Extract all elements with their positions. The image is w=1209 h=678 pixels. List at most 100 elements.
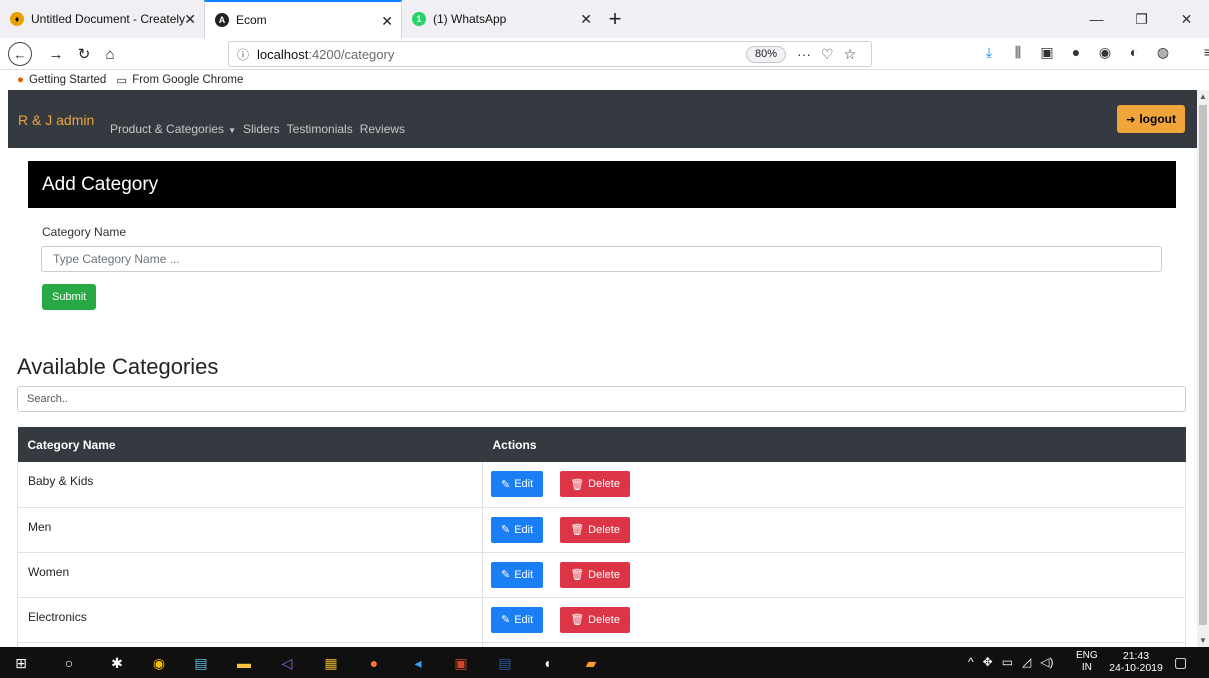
delete-button[interactable]: 🗑 Delete bbox=[560, 561, 630, 588]
close-window-icon[interactable]: ✕ bbox=[1164, 0, 1209, 38]
menu-item-testimonials[interactable]: Testimonials bbox=[287, 122, 353, 136]
file-explorer-icon[interactable]: ▬ bbox=[233, 652, 255, 674]
tab-title: Untitled Document - Creately bbox=[31, 12, 186, 26]
system-tray: ^ ✥ ▭ ◿ ◁) bbox=[968, 655, 1054, 669]
windows-start-icon[interactable]: ⊞ bbox=[10, 652, 32, 674]
close-icon[interactable]: ✕ bbox=[184, 11, 196, 28]
sidebar-icon[interactable]: ▣ bbox=[1038, 44, 1056, 61]
settings-icon[interactable]: ✱ bbox=[106, 652, 128, 674]
mongodb-compass-icon[interactable]: ◖ bbox=[536, 652, 558, 674]
visual-studio-icon[interactable]: ◁ bbox=[276, 652, 298, 674]
restore-icon[interactable]: ❐ bbox=[1119, 0, 1164, 38]
library-icon[interactable]: ⫼ bbox=[1009, 44, 1027, 61]
close-icon[interactable]: ✕ bbox=[381, 13, 393, 30]
add-category-header: Add Category bbox=[28, 161, 1176, 208]
page-actions-icon[interactable]: ··· bbox=[797, 46, 811, 63]
tab-title: (1) WhatsApp bbox=[433, 12, 507, 26]
info-icon[interactable]: ⓘ bbox=[237, 46, 249, 63]
firefox-icon: ● bbox=[17, 74, 24, 86]
category-name-input[interactable] bbox=[41, 246, 1162, 272]
search-input[interactable] bbox=[17, 386, 1186, 412]
delete-button[interactable]: 🗑 Delete bbox=[560, 606, 630, 633]
reload-button[interactable]: ↻ bbox=[72, 42, 96, 66]
folder-icon: ▭ bbox=[116, 75, 128, 87]
language-indicator[interactable]: ENG IN bbox=[1076, 650, 1098, 674]
admin-navbar: R & J admin Product & Categories ▼ Slider… bbox=[8, 90, 1197, 148]
scroll-down-icon[interactable]: ▼ bbox=[1197, 636, 1209, 645]
system-clock[interactable]: 21:43 24-10-2019 bbox=[1107, 650, 1165, 674]
menu-item-products-categories[interactable]: Product & Categories ▼ bbox=[110, 122, 236, 136]
download-icon[interactable]: ⤓ bbox=[980, 44, 998, 61]
menu-icon[interactable]: ≡ bbox=[1199, 44, 1209, 61]
delete-button[interactable]: 🗑 Delete bbox=[560, 516, 630, 543]
volume-icon[interactable]: ◁) bbox=[1040, 655, 1053, 669]
notifications-icon[interactable]: ▢ bbox=[1174, 654, 1187, 671]
tab-creately[interactable]: ♦ Untitled Document - Creately ✕ bbox=[0, 0, 204, 38]
bookmark-folder-google-chrome[interactable]: ▭ From Google Chrome bbox=[116, 73, 243, 87]
window-controls: — ❐ ✕ bbox=[1074, 0, 1209, 38]
category-name-cell: Men bbox=[17, 507, 483, 553]
language-code: ENG bbox=[1076, 650, 1098, 661]
pocket-icon[interactable]: ♡ bbox=[821, 46, 834, 63]
trash-icon: 🗑 bbox=[570, 524, 585, 536]
tab-title: Ecom bbox=[236, 13, 267, 27]
creately-icon: ♦ bbox=[10, 12, 24, 26]
brand-link[interactable]: R & J admin bbox=[18, 112, 94, 128]
column-header-category-name: Category Name bbox=[17, 427, 483, 462]
zoom-badge[interactable]: 80% bbox=[746, 46, 787, 63]
menu-item-reviews[interactable]: Reviews bbox=[360, 122, 405, 136]
wifi-icon[interactable]: ◿ bbox=[1022, 655, 1031, 669]
toolbar-icons: ⤓ ⫼ ▣ ● ◉ ◐ ◍ ≡ bbox=[980, 44, 1209, 61]
bookmark-star-icon[interactable]: ☆ bbox=[844, 46, 857, 63]
home-button[interactable]: ⌂ bbox=[98, 42, 122, 66]
minimize-icon[interactable]: — bbox=[1074, 0, 1119, 38]
powerpoint-icon[interactable]: ▣ bbox=[450, 652, 472, 674]
table-row: Men ✎ Edit 🗑 Delete bbox=[17, 507, 1186, 553]
dropbox-icon[interactable]: ✥ bbox=[983, 655, 993, 669]
vscode-icon[interactable]: ◂ bbox=[407, 652, 429, 674]
table-row: Women ✎ Edit 🗑 Delete bbox=[17, 552, 1186, 598]
bookmark-getting-started[interactable]: ● Getting Started bbox=[17, 74, 106, 86]
extension-icon[interactable]: ◉ bbox=[1096, 44, 1114, 61]
task-view-icon[interactable]: ▤ bbox=[190, 652, 212, 674]
tab-whatsapp[interactable]: 1 (1) WhatsApp ✕ bbox=[402, 0, 600, 38]
menu-item-label: Product & Categories bbox=[110, 122, 225, 136]
delete-label: Delete bbox=[588, 478, 620, 491]
vertical-scrollbar[interactable]: ▲ ▼ bbox=[1197, 90, 1209, 647]
close-icon[interactable]: ✕ bbox=[580, 11, 592, 28]
url-actions: ··· ♡ ☆ bbox=[797, 46, 856, 63]
url-path: :4200/category bbox=[308, 46, 395, 62]
edit-icon: ✎ bbox=[501, 478, 511, 491]
new-tab-button[interactable]: + bbox=[600, 0, 630, 38]
logout-button[interactable]: ➜ logout bbox=[1117, 105, 1185, 133]
forward-button[interactable]: → bbox=[44, 42, 68, 66]
abp-extension-icon[interactable]: ● bbox=[1067, 44, 1085, 61]
table-row: Electronics ✎ Edit 🗑 Delete bbox=[17, 597, 1186, 643]
edit-button[interactable]: ✎ Edit bbox=[491, 471, 544, 498]
dosbox-icon[interactable]: ▦ bbox=[320, 652, 342, 674]
back-button[interactable]: ← bbox=[8, 42, 32, 66]
sign-out-icon: ➜ bbox=[1126, 113, 1136, 126]
cortana-search-icon[interactable]: ○ bbox=[58, 652, 80, 674]
delete-button[interactable]: 🗑 Delete bbox=[560, 471, 630, 498]
scrollbar-thumb[interactable] bbox=[1199, 105, 1207, 625]
edit-button[interactable]: ✎ Edit bbox=[491, 516, 544, 543]
submit-button[interactable]: Submit bbox=[42, 284, 97, 310]
globe-extension-icon[interactable]: ◍ bbox=[1154, 44, 1172, 61]
category-name-cell: Electronics bbox=[17, 597, 483, 643]
chevron-up-icon[interactable]: ^ bbox=[968, 655, 974, 669]
url-bar[interactable]: ⓘ localhost:4200/category 80% ··· ♡ ☆ bbox=[228, 41, 872, 67]
scroll-up-icon[interactable]: ▲ bbox=[1197, 92, 1209, 101]
battery-icon[interactable]: ▭ bbox=[1002, 655, 1013, 669]
firefox-taskbar-icon[interactable]: ● bbox=[363, 652, 385, 674]
word-icon[interactable]: ▤ bbox=[494, 652, 516, 674]
chrome-icon[interactable]: ◉ bbox=[148, 652, 170, 674]
account-icon[interactable]: ◐ bbox=[1125, 44, 1143, 61]
tab-ecom[interactable]: A Ecom ✕ bbox=[204, 0, 402, 38]
edit-button[interactable]: ✎ Edit bbox=[491, 561, 544, 588]
delete-label: Delete bbox=[588, 523, 620, 536]
edit-button[interactable]: ✎ Edit bbox=[491, 606, 544, 633]
menu-item-sliders[interactable]: Sliders bbox=[243, 122, 280, 136]
delete-label: Delete bbox=[588, 568, 620, 581]
sublime-text-icon[interactable]: ▰ bbox=[580, 652, 602, 674]
